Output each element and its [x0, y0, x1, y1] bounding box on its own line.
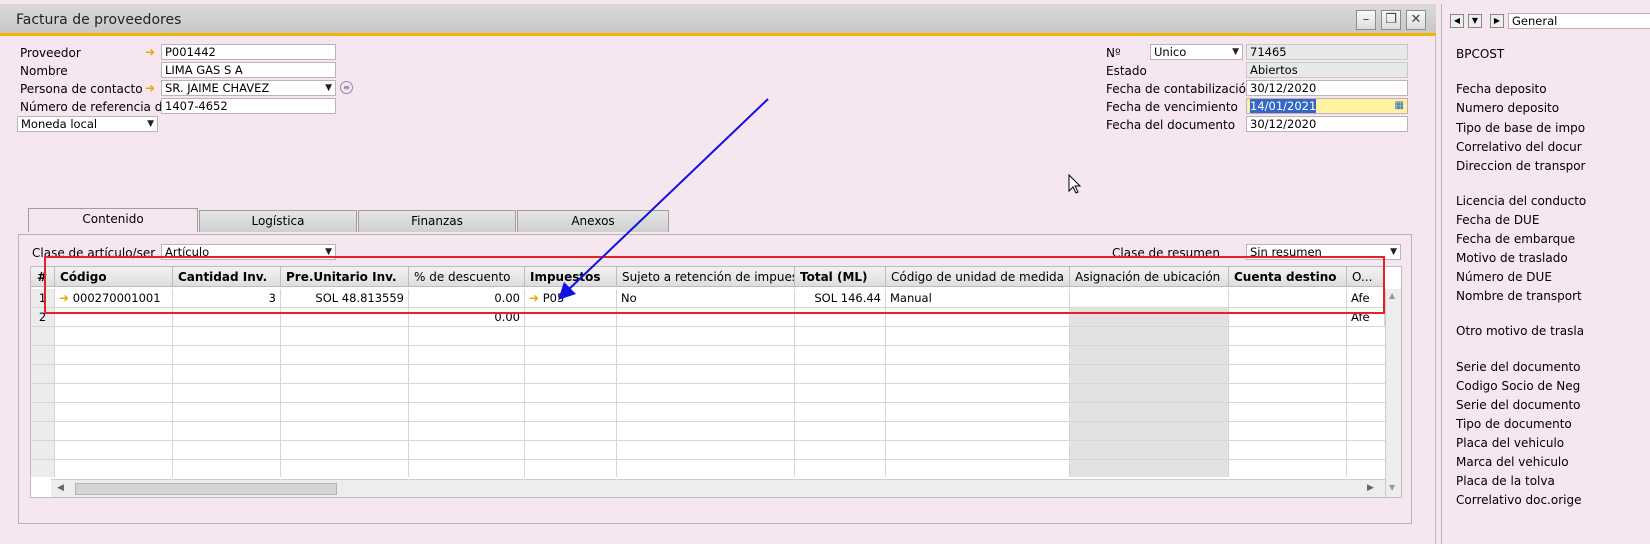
- down-icon[interactable]: ▼: [1468, 14, 1482, 28]
- field-label: Placa de la tolva: [1456, 474, 1555, 488]
- annotation-arrow: [558, 98, 769, 300]
- field-label: Codigo Socio de Neg: [1456, 379, 1581, 393]
- view-select[interactable]: General: [1508, 13, 1650, 29]
- field-label: Correlativo del docur: [1456, 140, 1582, 154]
- field-label: Correlativo doc.orige: [1456, 493, 1582, 507]
- field-label: Fecha de DUE: [1456, 213, 1540, 227]
- field-label: Número de DUE: [1456, 270, 1552, 284]
- field-label: Otro motivo de trasla: [1456, 324, 1585, 338]
- mouse-cursor-icon: [1068, 173, 1082, 194]
- field-label: Tipo de base de impo: [1456, 121, 1586, 135]
- field-label: Serie del documento: [1456, 398, 1581, 412]
- user-fields-panel: ◀ ▼ ▶ General BPCOST Fecha deposito Nume…: [1441, 4, 1650, 544]
- field-label: Fecha deposito: [1456, 82, 1547, 96]
- first-record-icon[interactable]: ◀: [1450, 14, 1464, 28]
- field-label: Nombre de transport: [1456, 289, 1582, 303]
- field-label: Placa del vehiculo: [1456, 436, 1565, 450]
- field-label: BPCOST: [1456, 47, 1505, 61]
- field-label: Direccion de transpor: [1456, 159, 1586, 173]
- next-record-icon[interactable]: ▶: [1490, 14, 1504, 28]
- field-label: Marca del vehiculo: [1456, 455, 1569, 469]
- field-label: Licencia del conducto: [1456, 194, 1587, 208]
- field-label: Serie del documento: [1456, 360, 1581, 374]
- field-label: Numero deposito: [1456, 101, 1560, 115]
- field-label: Tipo de documento: [1456, 417, 1572, 431]
- field-label: Motivo de traslado: [1456, 251, 1568, 265]
- field-label: Fecha de embarque: [1456, 232, 1576, 246]
- annotation-arrow-layer: [558, 98, 1082, 300]
